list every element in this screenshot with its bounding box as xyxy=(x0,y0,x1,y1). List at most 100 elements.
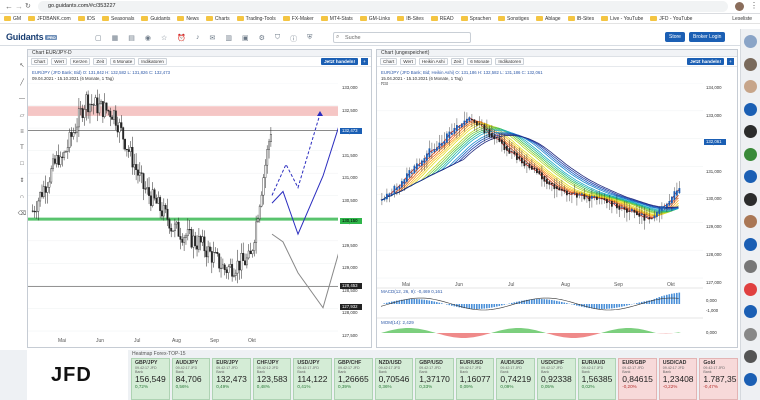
heatmap-tile[interactable]: EUR/USD 09.42:17 JFD Bank 1,16077 0,09% xyxy=(455,358,495,400)
hline-tool-icon[interactable]: — xyxy=(19,96,25,102)
toolbar-chart[interactable]: Chart xyxy=(380,58,398,65)
sidebar-avatar-icon[interactable] xyxy=(744,102,757,116)
gear-icon[interactable]: ⚙ xyxy=(259,34,265,44)
heatmap-tile[interactable]: USD/CAD 09.42:17 JFD Bank 1,23408 -0,22% xyxy=(658,358,698,400)
sidebar-avatar-icon[interactable] xyxy=(744,237,757,251)
toolbar-wert[interactable]: Wert xyxy=(400,58,416,65)
broker-login-button[interactable]: Broker Login xyxy=(689,32,726,42)
bookmark-item[interactable]: IB-Sites xyxy=(567,16,594,22)
toolbar-chart[interactable]: Chart xyxy=(31,58,49,65)
bookmark-item[interactable]: FX-Maker xyxy=(282,16,314,22)
cursor-icon[interactable]: ↖ xyxy=(19,62,24,69)
desktop-icon[interactable]: ▢ xyxy=(95,34,102,44)
chat-icon[interactable]: ✉ xyxy=(209,34,215,44)
reload-icon[interactable]: ↻ xyxy=(25,2,31,10)
bookmark-item[interactable]: Charts xyxy=(205,16,230,22)
sidebar-avatar-icon[interactable] xyxy=(744,215,757,228)
fib-tool-icon[interactable]: ≡ xyxy=(20,129,24,135)
grid-icon[interactable]: ▤ xyxy=(128,34,135,44)
back-icon[interactable]: ← xyxy=(5,2,13,11)
bookmark-item[interactable]: Sprachen xyxy=(460,16,491,22)
toolbar-zeit[interactable]: Zeit xyxy=(450,58,465,65)
heatmap-tile[interactable]: Gold 09.42:17 JFD Bank 1.787,35 -0,47% xyxy=(699,358,738,400)
sidebar-avatar-icon[interactable] xyxy=(744,305,757,318)
heatmap-tile[interactable]: EUR/GBP 09.42:17 JFD Bank 0,84615 -0,20% xyxy=(618,358,657,400)
trade-now-button[interactable]: Jetzt handeln! xyxy=(687,58,724,65)
toolbar-indikatoren[interactable]: Indikatoren xyxy=(495,58,525,65)
search-input[interactable]: Suche xyxy=(333,32,471,43)
toolbar-kerzen[interactable]: Kerzen xyxy=(69,58,91,65)
sidebar-avatar-icon[interactable] xyxy=(744,147,757,161)
candlestick-chart-left[interactable]: Mai Jun Jul Aug Sep Okt xyxy=(28,83,338,345)
shield-icon[interactable]: ⛨ xyxy=(307,34,312,44)
avatar[interactable] xyxy=(735,2,744,11)
text-tool-icon[interactable]: T xyxy=(20,145,24,151)
add-icon[interactable]: + xyxy=(727,58,734,65)
reading-list[interactable]: Leseliste xyxy=(732,16,760,22)
heikin-ashi-chart[interactable]: Mai Jun Jul Aug Sep Okt MACD(12, 26, 9): -0,46… xyxy=(377,83,703,345)
forward-icon[interactable]: → xyxy=(15,2,23,11)
bookmark-item[interactable]: JFD - YouTube xyxy=(650,16,692,22)
sidebar-avatar-icon[interactable] xyxy=(744,57,757,71)
sidebar-avatar-icon[interactable] xyxy=(744,282,757,296)
bookmark-item[interactable]: GM-Links xyxy=(359,16,390,22)
heatmap-tile[interactable]: GBP/CHF 09.42:17 JFD Bank 1,26665 0,39% xyxy=(334,358,373,400)
eye-icon[interactable]: ◉ xyxy=(145,34,151,44)
store-button[interactable]: Store xyxy=(665,32,685,42)
sidebar-avatar-icon[interactable] xyxy=(744,35,757,48)
url-input[interactable]: go.guidants.com/#c/353227 xyxy=(38,1,728,12)
toolbar-heikin-ashi[interactable]: Heikin Ashi xyxy=(418,58,448,65)
bookmark-item[interactable]: Ablage xyxy=(535,16,561,22)
measure-tool-icon[interactable]: ⇕ xyxy=(19,177,24,184)
bookmark-item[interactable]: Seasonals xyxy=(102,16,134,22)
toolbar-6-monate[interactable]: 6 Monate xyxy=(467,58,493,65)
bookmark-item[interactable]: News xyxy=(177,16,199,22)
bookmark-item[interactable]: IDS xyxy=(77,16,95,22)
bookmark-item[interactable]: Sonstiges xyxy=(498,16,529,22)
pages-icon[interactable]: ▥ xyxy=(225,34,232,44)
guidants-logo[interactable]: Guidants PRO xyxy=(6,32,58,42)
bookmark-item[interactable]: MT4-Stats xyxy=(320,16,353,22)
heatmap-tile[interactable]: NZD/USD 09.42:17 JFD Bank 0,70546 0,36% xyxy=(374,358,414,400)
heatmap-tile[interactable]: GBP/USD 09.42:17 JFD Bank 1,37170 0,33% xyxy=(415,358,454,400)
heatmap-tile[interactable]: GBP/JPY 09.42:17 JFD Bank 156,549 0,72% xyxy=(131,358,170,400)
alarm-icon[interactable]: ⏰ xyxy=(177,34,186,44)
heatmap-tile[interactable]: EUR/AUD 09.42:17 JFD Bank 1,56385 0,02% xyxy=(577,358,617,400)
heatmap-tile[interactable]: CHF/JPY 09.42:12 JFD Bank 123,583 0,48% xyxy=(252,358,292,400)
sidebar-avatar-icon[interactable] xyxy=(744,80,757,93)
toolbar-indikatoren[interactable]: Indikatoren xyxy=(138,58,167,65)
add-icon[interactable]: + xyxy=(361,58,368,65)
info-icon[interactable]: ⓘ xyxy=(290,34,297,44)
bookmark-item[interactable]: JFDBANK.com xyxy=(28,16,71,22)
heatmap-tile[interactable]: AUD/USD 09.42:17 JFD Bank 0,74219 0,09% xyxy=(496,358,535,400)
shape-tool-icon[interactable]: □ xyxy=(20,161,24,167)
line-tool-icon[interactable]: ╱ xyxy=(20,79,24,86)
sidebar-avatar-icon[interactable] xyxy=(744,350,757,363)
channel-tool-icon[interactable]: ▱ xyxy=(20,112,25,119)
toolbar-zeit[interactable]: Zeit xyxy=(93,58,108,65)
bookmark-item[interactable]: Live - YouTube xyxy=(601,16,643,22)
sidebar-avatar-icon[interactable] xyxy=(744,327,757,341)
bell-icon[interactable]: ♪ xyxy=(196,34,200,44)
bookmark-item[interactable]: GM xyxy=(4,16,21,22)
bookmark-item[interactable]: Trading-Tools xyxy=(236,16,276,22)
star-icon[interactable]: ☆ xyxy=(161,34,167,44)
eraser-icon[interactable]: ⌫ xyxy=(18,210,26,217)
bookmark-item[interactable]: IB-Sites xyxy=(397,16,424,22)
toolbar-6-monate[interactable]: 6 Monate xyxy=(110,58,136,65)
sidebar-avatar-icon[interactable] xyxy=(744,192,757,206)
magnet-icon[interactable]: ∩ xyxy=(20,194,24,200)
heatmap-tile[interactable]: AUD/JPY 09.42:17 JFD Bank 84,706 0,56% xyxy=(171,358,211,400)
layout-icon[interactable]: ▦ xyxy=(112,34,119,44)
sidebar-avatar-icon[interactable] xyxy=(744,372,757,386)
heatmap-tile[interactable]: USD/CHF 09.42:17 JFD Bank 0,92338 0,05% xyxy=(537,358,576,400)
bookmark-item[interactable]: Guidants xyxy=(141,16,170,22)
heatmap-tile[interactable]: USD/JPY 09.42:17 JFD Bank 114,122 0,41% xyxy=(293,358,332,400)
toolbar-wert[interactable]: Wert xyxy=(51,58,67,65)
calendar-icon[interactable]: ▣ xyxy=(242,34,249,44)
sidebar-avatar-icon[interactable] xyxy=(744,125,757,138)
sidebar-avatar-icon[interactable] xyxy=(744,260,757,273)
menu-icon[interactable]: ⋮ xyxy=(750,1,758,10)
heatmap-tile[interactable]: EUR/JPY 09.42:17 JFD Bank 132,473 0,49% xyxy=(212,358,251,400)
sidebar-avatar-icon[interactable] xyxy=(744,170,757,183)
